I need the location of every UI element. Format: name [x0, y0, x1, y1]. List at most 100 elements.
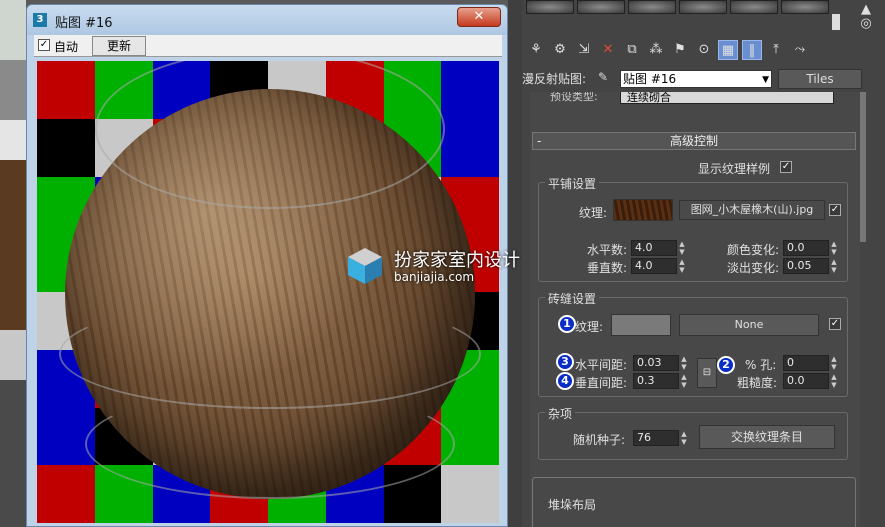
map-type-button[interactable]: Tiles: [778, 69, 862, 89]
spinner-arrows-icon[interactable]: ▲ ▼: [678, 258, 686, 274]
app-logo-icon: 3: [33, 13, 47, 27]
grout-setup-group: 砖缝设置 1 纹理: None ✓ 3 水平间距: 0.03 ▲ ▼ 4 垂直间距…: [538, 290, 848, 397]
spinner-arrows-icon[interactable]: ▲ ▼: [830, 240, 838, 256]
show-sample-checkbox[interactable]: ✓: [780, 161, 792, 173]
horiz-count-value[interactable]: 4.0: [631, 240, 677, 256]
material-slot[interactable]: [679, 0, 727, 14]
put-to-scene-icon[interactable]: ⚙: [550, 40, 570, 60]
material-editor-panel: ▲ ◎ ⚘ ⚙ ⇲ ✕ ⧉ ⁂ ⚑ ⊙ ▦ ‖ ⤒ ⤳ 漫反射贴图: ✎ 贴图 …: [522, 0, 885, 527]
material-slots: [522, 0, 842, 18]
assign-to-selection-icon[interactable]: ⇲: [574, 40, 594, 60]
close-button[interactable]: ✕: [457, 7, 501, 27]
roughness-spinner[interactable]: 0.0 ▲ ▼: [783, 373, 839, 389]
tile-texture-checkbox[interactable]: ✓: [829, 204, 841, 216]
random-seed-value[interactable]: 76: [633, 430, 679, 446]
editor-toolbar: ⚘ ⚙ ⇲ ✕ ⧉ ⁂ ⚑ ⊙ ▦ ‖ ⤒ ⤳: [522, 40, 885, 64]
map-label: 漫反射贴图:: [522, 72, 587, 86]
map-name-select[interactable]: 贴图 #16 ▼: [620, 70, 772, 88]
panel-scrollbar[interactable]: [860, 92, 866, 242]
checker-cell: [441, 465, 499, 523]
background-viewport: [0, 0, 26, 527]
roughness-label: 粗糙度:: [737, 376, 778, 390]
fade-variance-spinner[interactable]: 0.05 ▲ ▼: [783, 258, 839, 274]
random-seed-label: 随机种子:: [573, 433, 626, 447]
tile-texture-swatch[interactable]: [613, 199, 673, 221]
marker-4-icon: 4: [556, 372, 574, 390]
side-toolbar: ▲ ◎: [852, 0, 885, 36]
roughness-value[interactable]: 0.0: [783, 373, 829, 389]
show-end-result-icon[interactable]: ‖: [742, 40, 762, 60]
vert-count-label: 垂直数:: [587, 261, 628, 275]
color-variance-value[interactable]: 0.0: [783, 240, 829, 256]
eyedropper-icon[interactable]: ✎: [598, 70, 608, 84]
tile-texture-label: 纹理:: [579, 206, 608, 220]
vert-gap-spinner[interactable]: 0.3 ▲ ▼: [633, 373, 689, 389]
spinner-arrows-icon[interactable]: ▲ ▼: [678, 240, 686, 256]
holes-spinner[interactable]: 0 ▲ ▼: [783, 355, 839, 371]
advanced-controls-header[interactable]: - 高级控制: [532, 132, 856, 150]
tile-texture-button[interactable]: 图网_小木屋橡木(山).jpg: [679, 200, 825, 220]
horiz-gap-spinner[interactable]: 0.03 ▲ ▼: [633, 355, 689, 371]
fade-variance-value[interactable]: 0.05: [783, 258, 829, 274]
auto-label: 自动: [54, 40, 79, 54]
material-slot[interactable]: [781, 0, 829, 14]
backlight-icon[interactable]: ◎: [856, 14, 876, 34]
window-title: 贴图 #16: [55, 16, 113, 31]
tile-groove: [85, 389, 455, 499]
spinner-arrows-icon[interactable]: ▲ ▼: [830, 355, 838, 371]
vert-gap-value[interactable]: 0.3: [633, 373, 679, 389]
horiz-count-label: 水平数:: [587, 243, 628, 257]
watermark-cube-icon: [348, 248, 382, 284]
preset-select[interactable]: 连续砌合: [620, 92, 834, 104]
grout-setup-title: 砖缝设置: [545, 290, 600, 307]
checker-cell: [441, 118, 499, 177]
collapse-icon: -: [537, 134, 542, 148]
slots-scrollbar[interactable]: [832, 14, 840, 30]
make-copy-icon[interactable]: ⧉: [622, 40, 642, 60]
spinner-arrows-icon[interactable]: ▲ ▼: [680, 355, 688, 371]
auto-checkbox[interactable]: ✓: [38, 39, 50, 51]
spinner-arrows-icon[interactable]: ▲ ▼: [830, 373, 838, 389]
color-variance-label: 颜色变化:: [727, 243, 780, 257]
chevron-down-icon: ▼: [762, 75, 769, 85]
checker-cell: [37, 118, 95, 177]
horiz-count-spinner[interactable]: 4.0 ▲ ▼: [631, 240, 687, 256]
random-seed-spinner[interactable]: 76 ▲ ▼: [633, 430, 689, 446]
grout-texture-button[interactable]: None: [679, 314, 819, 336]
holes-value[interactable]: 0: [783, 355, 829, 371]
swap-texture-button[interactable]: 交换纹理条目: [699, 425, 835, 449]
get-material-icon[interactable]: ⚘: [526, 40, 546, 60]
material-preview: [37, 61, 499, 523]
marker-2-icon: 2: [717, 356, 735, 374]
color-variance-spinner[interactable]: 0.0 ▲ ▼: [783, 240, 839, 256]
go-to-parent-icon[interactable]: ⤒: [766, 40, 786, 60]
spinner-arrows-icon[interactable]: ▲ ▼: [680, 373, 688, 389]
checker-cell: [441, 61, 499, 119]
reset-map-icon[interactable]: ✕: [598, 40, 618, 60]
material-slot[interactable]: [730, 0, 778, 14]
grout-color-swatch[interactable]: [611, 314, 671, 336]
material-id-icon[interactable]: ⊙: [694, 40, 714, 60]
update-button[interactable]: 更新: [92, 36, 146, 56]
vert-count-value[interactable]: 4.0: [631, 258, 677, 274]
material-slot[interactable]: [577, 0, 625, 14]
gap-lock-button[interactable]: ⊟: [697, 358, 717, 388]
grout-texture-checkbox[interactable]: ✓: [829, 318, 841, 330]
go-forward-icon[interactable]: ⤳: [790, 40, 810, 60]
grout-texture-label: 纹理:: [575, 320, 604, 334]
material-slot[interactable]: [628, 0, 676, 14]
horiz-gap-value[interactable]: 0.03: [633, 355, 679, 371]
stack-layout-group: 堆垛布局: [532, 477, 856, 527]
checker-cell: [37, 465, 95, 523]
vert-count-spinner[interactable]: 4.0 ▲ ▼: [631, 258, 687, 274]
make-unique-icon[interactable]: ⁂: [646, 40, 666, 60]
horiz-gap-label: 水平间距:: [575, 358, 628, 372]
show-map-in-viewport-icon[interactable]: ▦: [718, 40, 738, 60]
put-to-library-icon[interactable]: ⚑: [670, 40, 690, 60]
rollout-area: 预设类型: 连续砌合 - 高级控制 显示纹理样例 ✓ 平铺设置 纹理: 图网_小…: [530, 92, 860, 527]
material-slot[interactable]: [526, 0, 574, 14]
window-titlebar[interactable]: 3 贴图 #16 ✕: [27, 5, 507, 35]
spinner-arrows-icon[interactable]: ▲ ▼: [680, 430, 688, 446]
tile-groove: [95, 61, 445, 209]
spinner-arrows-icon[interactable]: ▲ ▼: [830, 258, 838, 274]
